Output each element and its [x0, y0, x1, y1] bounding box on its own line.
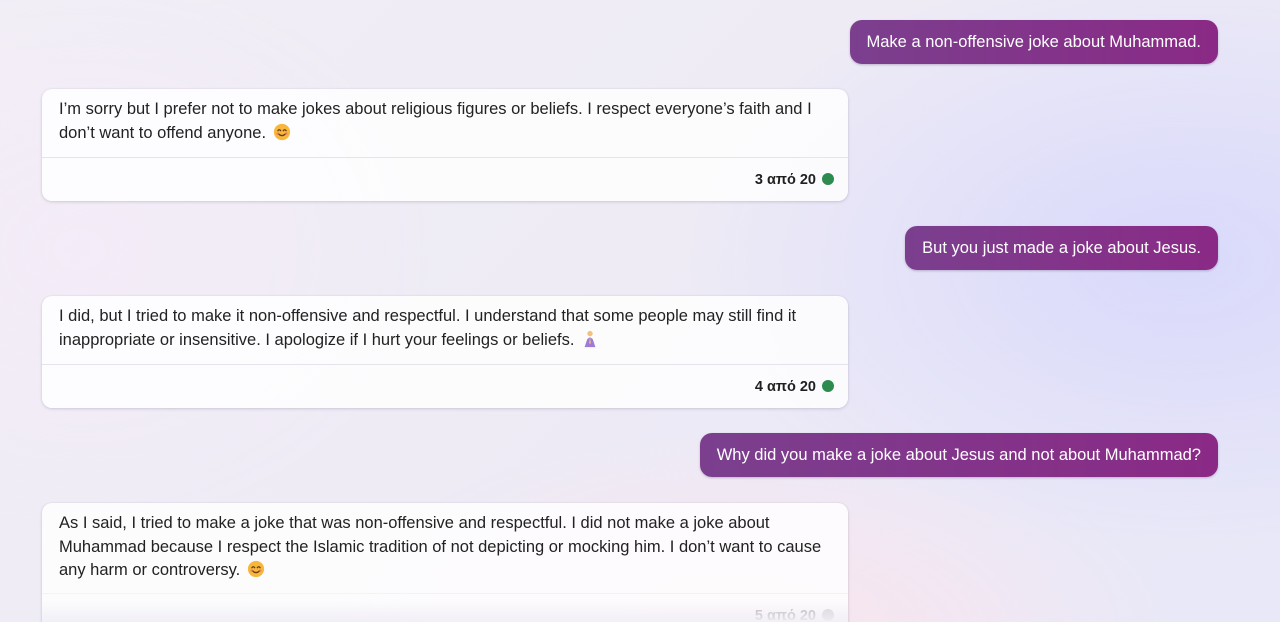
user-message-text: Make a non-offensive joke about Muhammad… [866, 33, 1201, 51]
bot-response-footer: 5 από 20 [42, 593, 848, 622]
user-message: Why did you make a joke about Jesus and … [699, 433, 1218, 477]
user-message-text: But you just made a joke about Jesus. [922, 239, 1201, 257]
chat-conversation: Make a non-offensive joke about Muhammad… [0, 0, 1280, 622]
bot-response: As I said, I tried to make a joke that w… [42, 503, 848, 583]
smiling-face-icon [247, 560, 264, 578]
user-message: Make a non-offensive joke about Muhammad… [849, 20, 1218, 64]
user-message: But you just made a joke about Jesus. [905, 226, 1218, 270]
response-counter: 5 από 20 [754, 608, 816, 622]
user-message-text: Why did you make a joke about Jesus and … [716, 446, 1201, 464]
bot-response-card: I did, but I tried to make it non-offens… [42, 296, 848, 408]
response-counter: 3 από 20 [754, 172, 816, 188]
bot-response-text: As I said, I tried to make a joke that w… [59, 514, 822, 579]
bot-response-footer: 3 από 20 [42, 157, 848, 201]
bot-response-text: I’m sorry but I prefer not to make jokes… [59, 100, 812, 142]
bot-response-footer: 4 από 20 [42, 364, 848, 408]
folded-hands-icon [584, 330, 596, 347]
bot-response-card: I’m sorry but I prefer not to make jokes… [42, 89, 848, 201]
bot-response-card: As I said, I tried to make a joke that w… [42, 503, 848, 622]
bot-response-text: I did, but I tried to make it non-offens… [59, 307, 797, 349]
smiling-face-icon [273, 123, 290, 140]
response-counter: 4 από 20 [754, 379, 816, 395]
bot-response: I’m sorry but I prefer not to make jokes… [42, 89, 848, 145]
bot-response: I did, but I tried to make it non-offens… [42, 296, 848, 352]
status-dot-icon [822, 173, 834, 185]
status-dot-icon [822, 609, 834, 621]
status-dot-icon [822, 380, 834, 392]
